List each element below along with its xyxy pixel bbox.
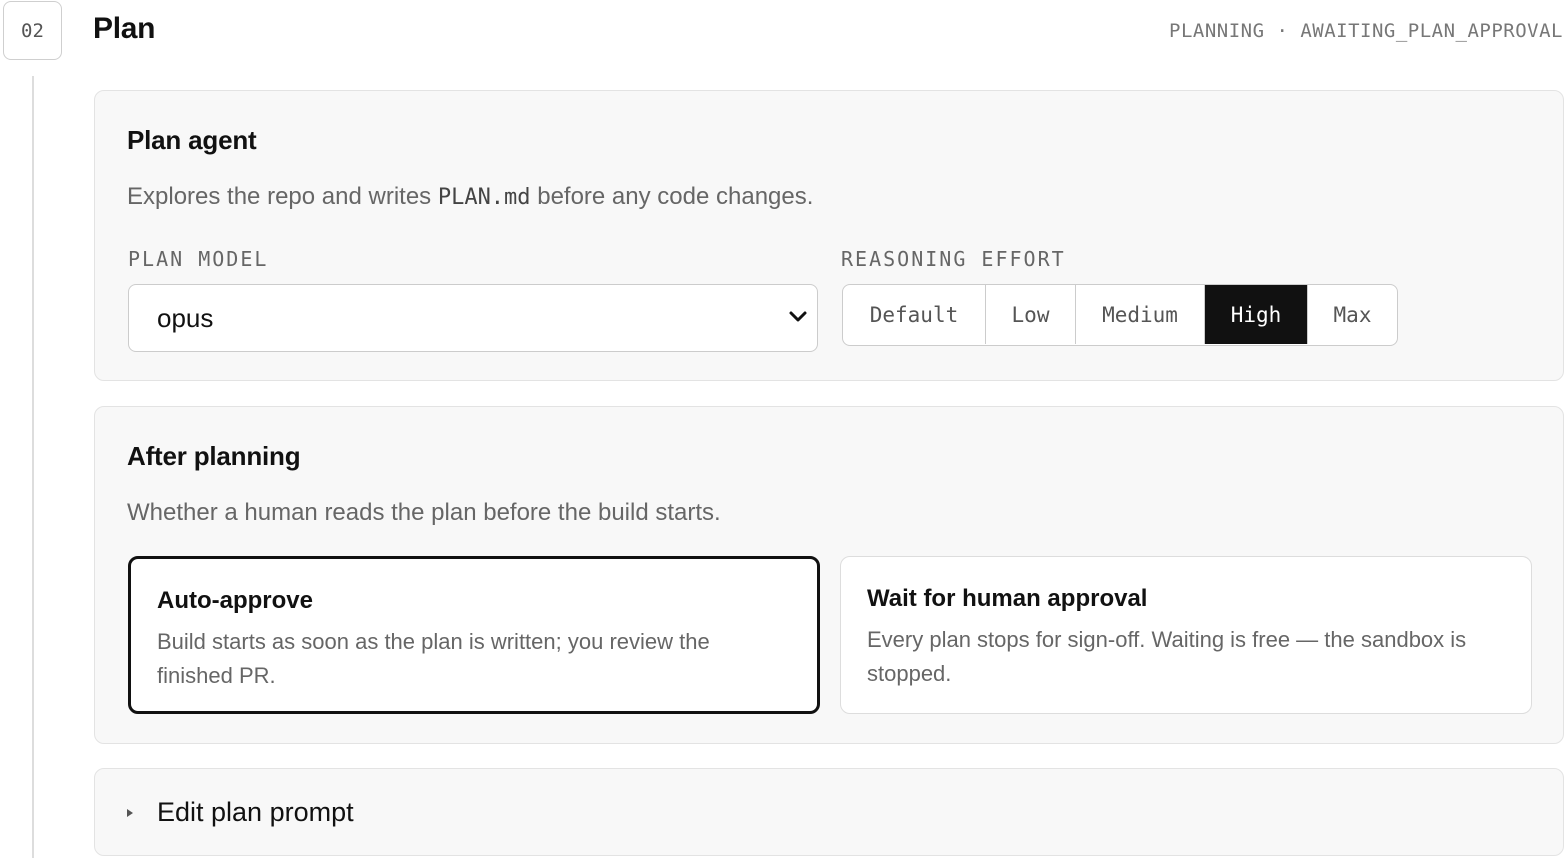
after-planning-title: After planning — [127, 441, 301, 471]
effort-option-high[interactable]: High — [1205, 285, 1308, 344]
human-approval-option[interactable]: Wait for human approval Every plan stops… — [840, 556, 1532, 714]
auto-approve-option[interactable]: Auto-approve Build starts as soon as the… — [128, 556, 820, 714]
effort-option-medium[interactable]: Medium — [1076, 285, 1205, 344]
effort-option-max[interactable]: Max — [1308, 285, 1397, 344]
status-text: PLANNING · AWAITING_PLAN_APPROVAL — [1169, 20, 1563, 42]
reasoning-effort-selector: Default Low Medium High Max — [842, 284, 1398, 346]
plan-agent-desc-before: Explores the repo and writes — [127, 183, 438, 210]
reasoning-effort-label: REASONING EFFORT — [841, 247, 1066, 271]
plan-agent-title: Plan agent — [127, 125, 257, 155]
edit-plan-prompt-label: Edit plan prompt — [157, 797, 354, 827]
human-approval-description: Every plan stops for sign-off. Waiting i… — [867, 627, 1467, 686]
effort-option-default[interactable]: Default — [843, 285, 986, 344]
human-approval-title: Wait for human approval — [867, 585, 1148, 612]
plan-agent-card: Plan agent Explores the repo and writes … — [94, 90, 1564, 381]
plan-agent-description: Explores the repo and writes PLAN.md bef… — [127, 183, 813, 211]
plan-model-label: PLAN MODEL — [128, 247, 269, 271]
section-title: Plan — [93, 12, 156, 45]
step-number-badge: 02 — [3, 1, 62, 60]
plan-model-select[interactable]: opus — [128, 284, 818, 352]
effort-option-low[interactable]: Low — [986, 285, 1076, 344]
plan-model-value: opus — [157, 303, 214, 333]
edit-plan-prompt-toggle[interactable]: Edit plan prompt — [127, 797, 354, 828]
auto-approve-title: Auto-approve — [157, 587, 313, 614]
after-planning-description: Whether a human reads the plan before th… — [127, 499, 721, 526]
plan-file-code: PLAN.md — [437, 185, 531, 210]
chevron-down-icon — [789, 311, 807, 322]
plan-agent-desc-after: before any code changes. — [530, 183, 814, 210]
step-rail — [32, 76, 34, 858]
edit-plan-prompt-card: Edit plan prompt — [94, 768, 1564, 856]
triangle-right-icon — [127, 808, 133, 817]
after-planning-card: After planning Whether a human reads the… — [94, 406, 1564, 744]
auto-approve-description: Build starts as soon as the plan is writ… — [157, 629, 710, 688]
